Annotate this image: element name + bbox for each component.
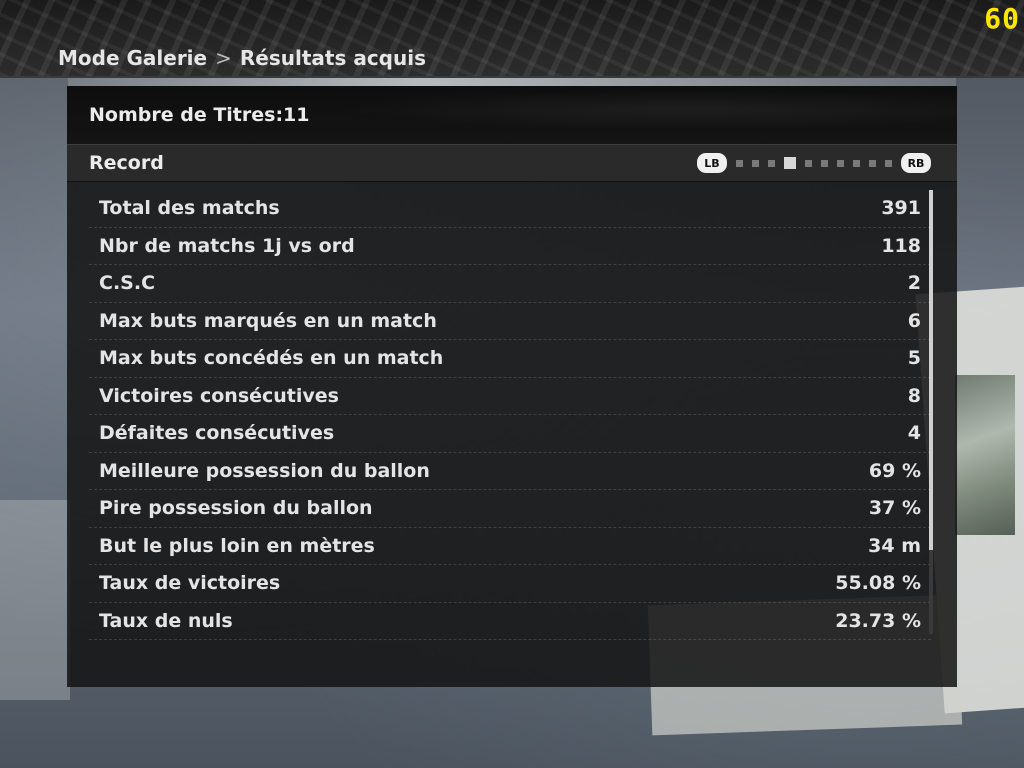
record-label: Victoires consécutives [99, 384, 339, 407]
record-value: 5 [907, 347, 921, 370]
record-row[interactable]: Max buts marqués en un match 6 [89, 303, 931, 340]
record-label: Taux de victoires [99, 572, 281, 595]
panel-highlight [68, 78, 956, 86]
records-list[interactable]: Total des matchs 391 Nbr de matchs 1j vs o… [89, 190, 931, 640]
record-row[interactable]: Taux de victoires 55.08 % [89, 565, 931, 603]
page-dot-active [784, 157, 796, 169]
background-photo [955, 375, 1015, 535]
record-value: 37 % [868, 497, 921, 520]
breadcrumb-separator: > [215, 46, 232, 70]
record-value: 2 [907, 272, 921, 295]
breadcrumb-item-results: Résultats acquis [239, 46, 426, 70]
record-label: Max buts concédés en un match [99, 347, 444, 370]
page-dot [805, 159, 812, 167]
record-label: Taux de nuls [99, 609, 233, 632]
record-value: 8 [907, 384, 921, 407]
record-value: 4 [907, 422, 921, 445]
section-title: Record [89, 152, 164, 174]
rb-button[interactable]: RB [901, 153, 931, 173]
record-label: Défaites consécutives [99, 422, 335, 445]
record-label: But le plus loin en mètres [99, 534, 375, 557]
breadcrumb-item-gallery: Mode Galerie [58, 46, 208, 70]
page-dot [821, 159, 828, 167]
record-label: Pire possession du ballon [99, 497, 373, 520]
record-row[interactable]: Victoires consécutives 8 [89, 378, 931, 415]
record-row[interactable]: Nbr de matchs 1j vs ord 118 [89, 228, 931, 265]
record-value: 55.08 % [835, 572, 921, 595]
record-row[interactable]: But le plus loin en mètres 34 m [89, 528, 931, 565]
page-indicator: LB RB [697, 153, 931, 173]
record-row[interactable]: Pire possession du ballon 37 % [89, 490, 931, 528]
scrollbar[interactable] [929, 190, 933, 634]
record-value: 34 m [868, 534, 921, 557]
record-row[interactable]: Total des matchs 391 [89, 190, 931, 228]
page-dot [752, 159, 759, 167]
page-dot [837, 159, 844, 167]
record-value: 69 % [868, 459, 921, 482]
record-section-header: Record LB RB [67, 144, 957, 182]
record-label: Total des matchs [99, 197, 280, 220]
lb-button[interactable]: LB [697, 153, 727, 173]
page-dot [869, 159, 876, 167]
scrollbar-thumb[interactable] [929, 190, 933, 550]
titles-count-label: Nombre de Titres:11 [89, 104, 310, 126]
record-value: 391 [881, 197, 921, 220]
fps-counter: 60 [984, 2, 1020, 35]
background-paper-left [0, 500, 70, 700]
record-value: 6 [907, 309, 921, 332]
page-dots [736, 157, 892, 169]
record-label: Nbr de matchs 1j vs ord [99, 234, 355, 257]
records-panel: Nombre de Titres:11 Record LB RB Total d… [67, 86, 957, 687]
record-row[interactable]: Défaites consécutives 4 [89, 415, 931, 453]
record-label: C.S.C [99, 272, 156, 295]
record-value: 23.73 % [835, 609, 921, 632]
page-dot [885, 159, 892, 167]
page-dot [853, 159, 860, 167]
breadcrumb: Mode Galerie > Résultats acquis [58, 46, 426, 70]
record-row[interactable]: Max buts concédés en un match 5 [89, 340, 931, 378]
page-dot [768, 159, 775, 167]
record-label: Max buts marqués en un match [99, 309, 437, 332]
record-label: Meilleure possession du ballon [99, 459, 430, 482]
record-row[interactable]: Meilleure possession du ballon 69 % [89, 453, 931, 490]
page-dot [736, 159, 743, 167]
record-row[interactable]: C.S.C 2 [89, 265, 931, 303]
titles-count-header: Nombre de Titres:11 [67, 86, 957, 144]
top-banner: Mode Galerie > Résultats acquis 60 [0, 0, 1024, 78]
record-row[interactable]: Taux de nuls 23.73 % [89, 603, 931, 640]
record-value: 118 [881, 234, 921, 257]
